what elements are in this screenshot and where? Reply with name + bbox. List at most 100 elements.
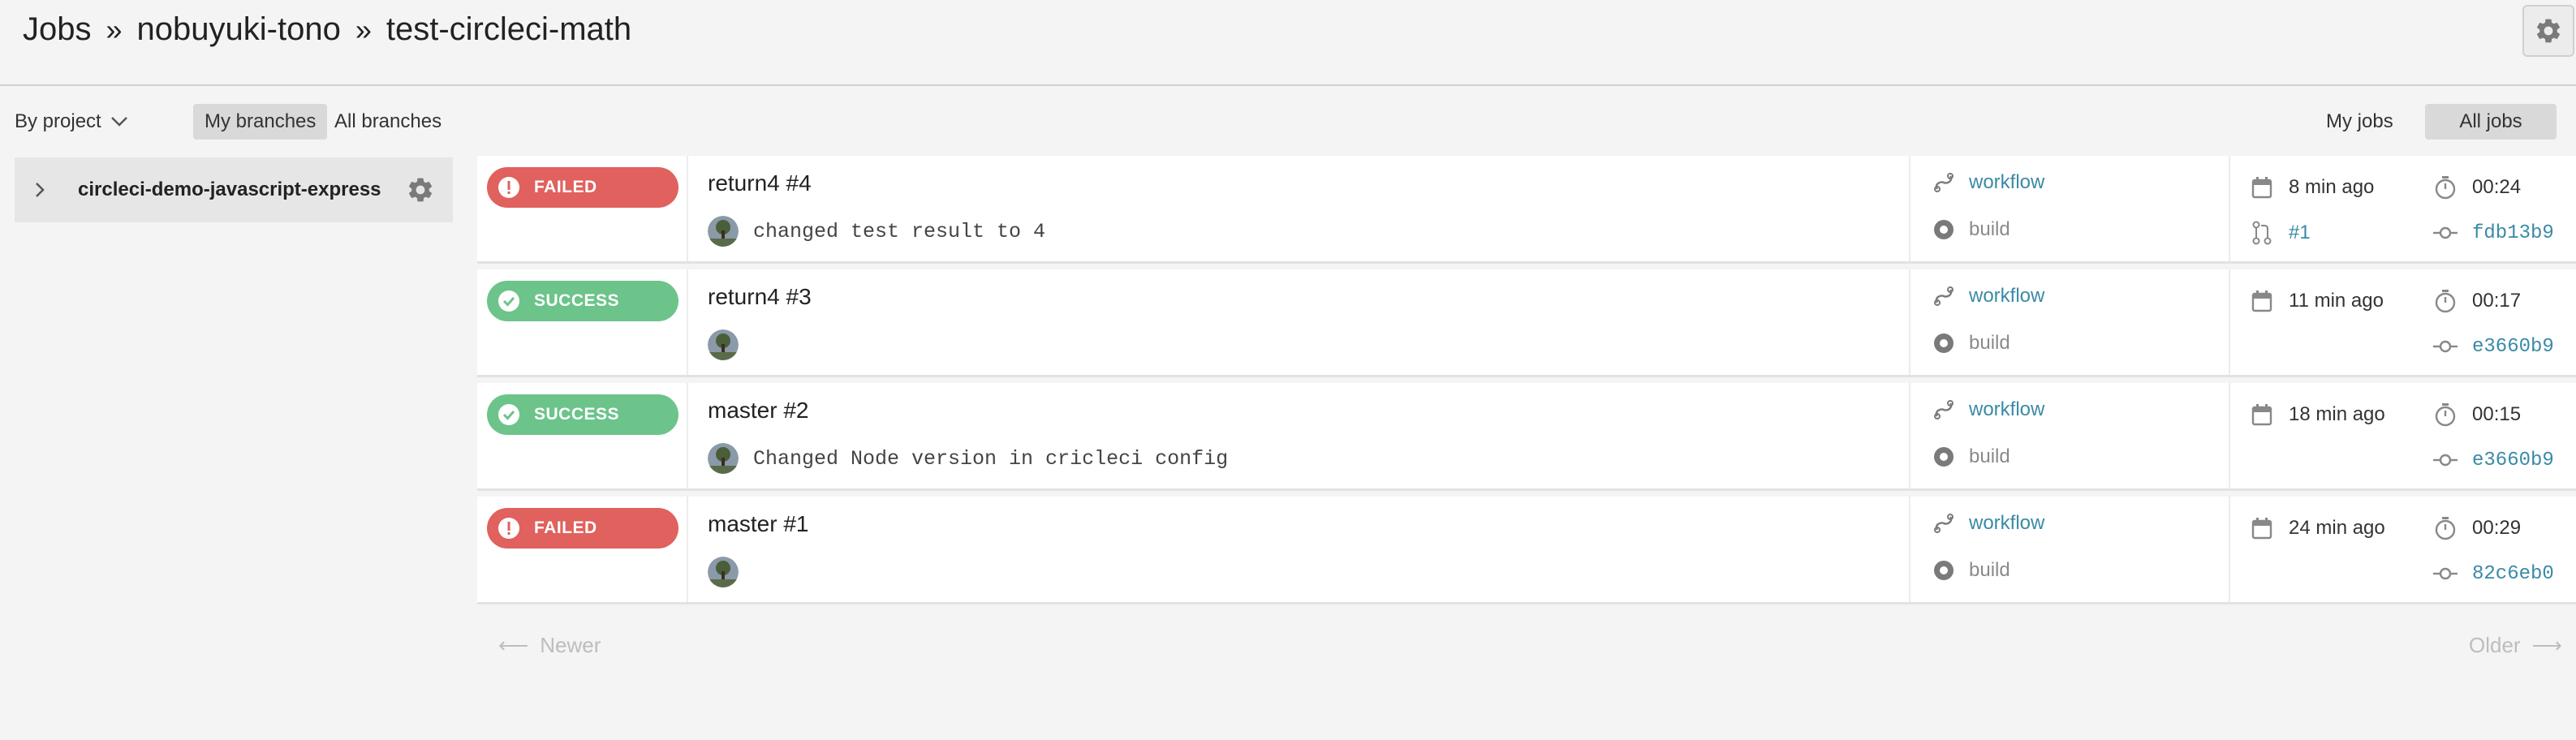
commit-sha[interactable]: 82c6eb0 [2433,561,2554,586]
workflow-link[interactable]: workflow [1932,170,2044,195]
duration: 00:29 [2433,516,2521,540]
pull-request[interactable]: #1 [2250,221,2311,245]
workflow-link[interactable]: workflow [1932,511,2044,536]
job-name-line: build [1932,217,2010,242]
calendar-icon [2250,175,2274,200]
status-cell: SUCCESS [477,383,688,488]
duration: 00:17 [2433,289,2521,313]
commit-icon [2433,334,2458,359]
job-main-cell: master #2 Changed Node version in cricle… [688,383,1910,488]
arrow-right-icon: ⟶ [2531,633,2562,657]
success-icon [497,402,521,427]
status-badge[interactable]: FAILED [487,167,678,208]
job-icon [1932,331,1956,355]
breadcrumb: Jobs » nobuyuki-tono » test-circleci-math [23,11,631,48]
my-branches-toggle[interactable]: My branches [193,104,328,140]
job-title[interactable]: master #2 [708,398,809,424]
pr-link[interactable]: #1 [2289,222,2311,244]
job-name-line: build [1932,558,2010,583]
commit-line: Changed Node version in cricleci config [708,443,1228,474]
status-badge[interactable]: SUCCESS [487,281,678,321]
chevron-right-icon[interactable] [34,181,67,199]
workflow-name[interactable]: workflow [1969,512,2044,535]
commit-sha-text[interactable]: fdb13b9 [2472,222,2554,244]
breadcrumb-separator: » [106,13,123,46]
job-title[interactable]: master #1 [708,511,809,537]
by-project-label: By project [15,110,101,132]
job-list: FAILED return4 #4 changed test result to… [477,156,2576,610]
job-name: build [1969,332,2010,354]
workflow-name[interactable]: workflow [1969,398,2044,421]
job-name: build [1969,445,2010,467]
job-row[interactable]: SUCCESS master #2 Changed Node version i… [477,383,2576,488]
commit-icon [2433,561,2458,586]
status-cell: SUCCESS [477,269,688,375]
page-header: Jobs » nobuyuki-tono » test-circleci-math [0,0,2576,86]
newer-button[interactable]: ⟵ Newer [498,633,601,658]
failed-icon [497,516,521,540]
job-icon [1932,445,1956,469]
avatar [708,443,739,474]
duration: 00:15 [2433,402,2521,427]
job-title[interactable]: return4 #3 [708,284,812,310]
duration: 00:24 [2433,175,2521,200]
breadcrumb-separator: » [355,13,372,46]
workflow-cell: workflow build [1910,269,2230,375]
job-icon [1932,558,1956,583]
breadcrumb-jobs[interactable]: Jobs [23,11,92,47]
status-cell: FAILED [477,497,688,602]
breadcrumb-repo[interactable]: test-circleci-math [386,11,631,47]
workflow-name[interactable]: workflow [1969,285,2044,308]
job-title[interactable]: return4 #4 [708,170,812,196]
sidebar-project-item[interactable]: circleci-demo-javascript-express [15,157,453,222]
commit-sha-text[interactable]: 82c6eb0 [2472,563,2554,585]
workflow-name[interactable]: workflow [1969,171,2044,194]
commit-sha[interactable]: e3660b9 [2433,334,2554,359]
older-button[interactable]: Older ⟶ [2469,633,2562,658]
all-jobs-toggle[interactable]: All jobs [2425,104,2557,140]
duration-text: 00:17 [2472,290,2522,312]
commit-sha-text[interactable]: e3660b9 [2472,450,2554,471]
meta-cell: 11 min ago 00:17 e3660b9 [2230,269,2576,375]
commit-sha[interactable]: fdb13b9 [2433,221,2554,245]
status-label: SUCCESS [534,291,620,310]
gear-icon[interactable] [406,175,435,209]
time-ago: 18 min ago [2250,402,2385,427]
status-label: FAILED [534,178,597,196]
status-cell: FAILED [477,156,688,261]
stopwatch-icon [2433,175,2458,200]
commit-sha[interactable]: e3660b9 [2433,448,2554,472]
job-row[interactable]: SUCCESS return4 #3 workflow build 11 min… [477,269,2576,375]
commit-message: changed test result to 4 [753,219,1046,243]
by-project-dropdown[interactable]: By project [15,110,129,133]
all-branches-toggle[interactable]: All branches [323,104,453,140]
job-row[interactable]: FAILED master #1 workflow build 24 min a… [477,497,2576,602]
workflow-cell: workflow build [1910,156,2230,261]
job-main-cell: return4 #4 changed test result to 4 [688,156,1910,261]
time-ago-text: 18 min ago [2289,403,2385,425]
workflow-link[interactable]: workflow [1932,398,2044,422]
status-badge[interactable]: FAILED [487,508,678,549]
avatar [708,557,739,587]
job-row[interactable]: FAILED return4 #4 changed test result to… [477,156,2576,261]
job-name: build [1969,559,2010,581]
sidebar-project-name[interactable]: circleci-demo-javascript-express [78,179,381,201]
job-main-cell: return4 #3 [688,269,1910,375]
job-name-line: build [1932,445,2010,469]
my-jobs-toggle[interactable]: My jobs [2315,104,2405,140]
meta-cell: 8 min ago 00:24 #1 fdb13b9 [2230,156,2576,261]
commit-sha-text[interactable]: e3660b9 [2472,336,2554,358]
arrow-left-icon: ⟵ [498,633,529,657]
newer-label: Newer [540,633,601,657]
breadcrumb-org[interactable]: nobuyuki-tono [137,11,341,47]
workflow-icon [1932,511,1956,536]
calendar-icon [2250,402,2274,427]
workflow-link[interactable]: workflow [1932,284,2044,308]
duration-text: 00:24 [2472,176,2522,198]
job-icon [1932,217,1956,242]
success-icon [497,289,521,313]
status-badge[interactable]: SUCCESS [487,394,678,435]
project-settings-button[interactable] [2522,5,2574,57]
workflow-icon [1932,284,1956,308]
chevron-down-icon [110,117,127,127]
